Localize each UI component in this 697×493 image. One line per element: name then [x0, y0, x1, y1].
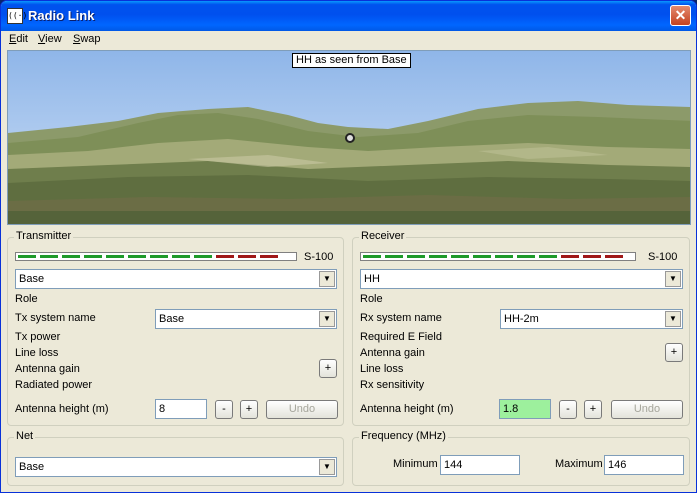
meter-segment: [517, 255, 535, 258]
rx-antenna-height-label: Antenna height (m): [360, 403, 454, 415]
meter-segment: [429, 255, 447, 258]
tx-antenna-gain-label: Antenna gain: [15, 363, 80, 375]
rx-undo-button[interactable]: Undo: [611, 400, 683, 419]
meter-segment: [605, 255, 623, 258]
meter-segment: [539, 255, 557, 258]
tx-system-label: Tx system name: [15, 312, 96, 324]
tx-system-value: Base: [159, 313, 185, 325]
rx-sensitivity-label: Rx sensitivity: [360, 379, 425, 391]
view-caption: HH as seen from Base: [292, 53, 411, 68]
menu-bar: Edit View Swap: [1, 31, 696, 49]
rx-system-value: HH-2m: [504, 313, 539, 325]
net-legend: Net: [14, 430, 36, 442]
rx-height-decrement-button[interactable]: -: [559, 400, 577, 419]
window-title: Radio Link: [28, 8, 95, 23]
tx-station-value: Base: [19, 273, 45, 285]
meter-segment: [172, 255, 190, 258]
tx-antenna-height-label: Antenna height (m): [15, 403, 109, 415]
tx-antenna-add-button[interactable]: +: [319, 359, 337, 378]
meter-segment: [407, 255, 425, 258]
transmitter-legend: Transmitter: [14, 230, 74, 242]
radio-link-window: ((·)) Radio Link ✕ Edit View Swap HH as …: [0, 0, 697, 493]
tx-line-loss-label: Line loss: [15, 347, 59, 359]
net-value: Base: [19, 461, 45, 473]
meter-segment: [40, 255, 58, 258]
rx-station-select[interactable]: HH ▼: [360, 269, 683, 289]
chevron-down-icon[interactable]: ▼: [319, 271, 335, 287]
meter-segment: [561, 255, 579, 258]
meter-segment: [194, 255, 212, 258]
meter-segment: [106, 255, 124, 258]
tx-undo-button[interactable]: Undo: [266, 400, 338, 419]
meter-segment: [260, 255, 278, 258]
meter-segment: [363, 255, 381, 258]
close-button[interactable]: ✕: [670, 5, 691, 26]
chevron-down-icon[interactable]: ▼: [665, 271, 681, 287]
frequency-max-input[interactable]: 146: [604, 455, 684, 475]
receiver-group: Receiver S-100 HH ▼ Role Rx system name …: [352, 230, 690, 426]
rx-antenna-height-input[interactable]: 1.8: [499, 399, 551, 419]
meter-segment: [150, 255, 168, 258]
net-select[interactable]: Base ▼: [15, 457, 337, 477]
meter-segment: [473, 255, 491, 258]
menu-edit[interactable]: Edit: [9, 33, 28, 45]
meter-segment: [18, 255, 36, 258]
meter-segment: [451, 255, 469, 258]
rx-system-select[interactable]: HH-2m ▼: [500, 309, 683, 329]
receiver-legend: Receiver: [359, 230, 407, 242]
menu-swap[interactable]: Swap: [73, 33, 101, 45]
rx-role-label: Role: [360, 293, 383, 305]
target-marker-icon: [345, 133, 355, 143]
tx-signal-meter: [15, 252, 297, 261]
rx-required-field-label: Required E Field: [360, 331, 442, 343]
tx-system-select[interactable]: Base ▼: [155, 309, 337, 329]
frequency-min-label: Minimum: [393, 458, 438, 470]
meter-segment: [385, 255, 403, 258]
frequency-max-label: Maximum: [555, 458, 603, 470]
tx-meter-label: S-100: [304, 251, 334, 263]
tx-role-label: Role: [15, 293, 38, 305]
rx-height-increment-button[interactable]: +: [584, 400, 602, 419]
menu-view[interactable]: View: [38, 33, 62, 45]
tx-antenna-height-input[interactable]: 8: [155, 399, 207, 419]
meter-segment: [583, 255, 601, 258]
terrain-view[interactable]: HH as seen from Base: [7, 50, 691, 225]
chevron-down-icon[interactable]: ▼: [665, 311, 681, 327]
rx-station-value: HH: [364, 273, 380, 285]
meter-segment: [216, 255, 234, 258]
tx-radiated-power-label: Radiated power: [15, 379, 93, 391]
chevron-down-icon[interactable]: ▼: [319, 459, 335, 475]
rx-antenna-gain-label: Antenna gain: [360, 347, 425, 359]
frequency-group: Frequency (MHz) Minimum 144 Maximum 146: [352, 430, 690, 486]
transmitter-group: Transmitter S-100 Base ▼ Role Tx system …: [7, 230, 344, 426]
tx-height-increment-button[interactable]: +: [240, 400, 258, 419]
meter-segment: [84, 255, 102, 258]
tx-power-label: Tx power: [15, 331, 61, 343]
net-group: Net Base ▼: [7, 430, 344, 486]
tx-station-select[interactable]: Base ▼: [15, 269, 337, 289]
chevron-down-icon[interactable]: ▼: [319, 311, 335, 327]
tx-height-decrement-button[interactable]: -: [215, 400, 233, 419]
rx-signal-meter: [360, 252, 636, 261]
frequency-min-input[interactable]: 144: [440, 455, 520, 475]
rx-meter-label: S-100: [648, 251, 678, 263]
title-bar[interactable]: ((·)) Radio Link ✕: [1, 1, 696, 31]
meter-segment: [128, 255, 146, 258]
rx-antenna-add-button[interactable]: +: [665, 343, 683, 362]
radio-icon: ((·)): [7, 8, 32, 24]
meter-segment: [62, 255, 80, 258]
meter-segment: [238, 255, 256, 258]
meter-segment: [495, 255, 513, 258]
rx-line-loss-label: Line loss: [360, 363, 404, 375]
frequency-legend: Frequency (MHz): [359, 430, 448, 442]
rx-system-label: Rx system name: [360, 312, 442, 324]
